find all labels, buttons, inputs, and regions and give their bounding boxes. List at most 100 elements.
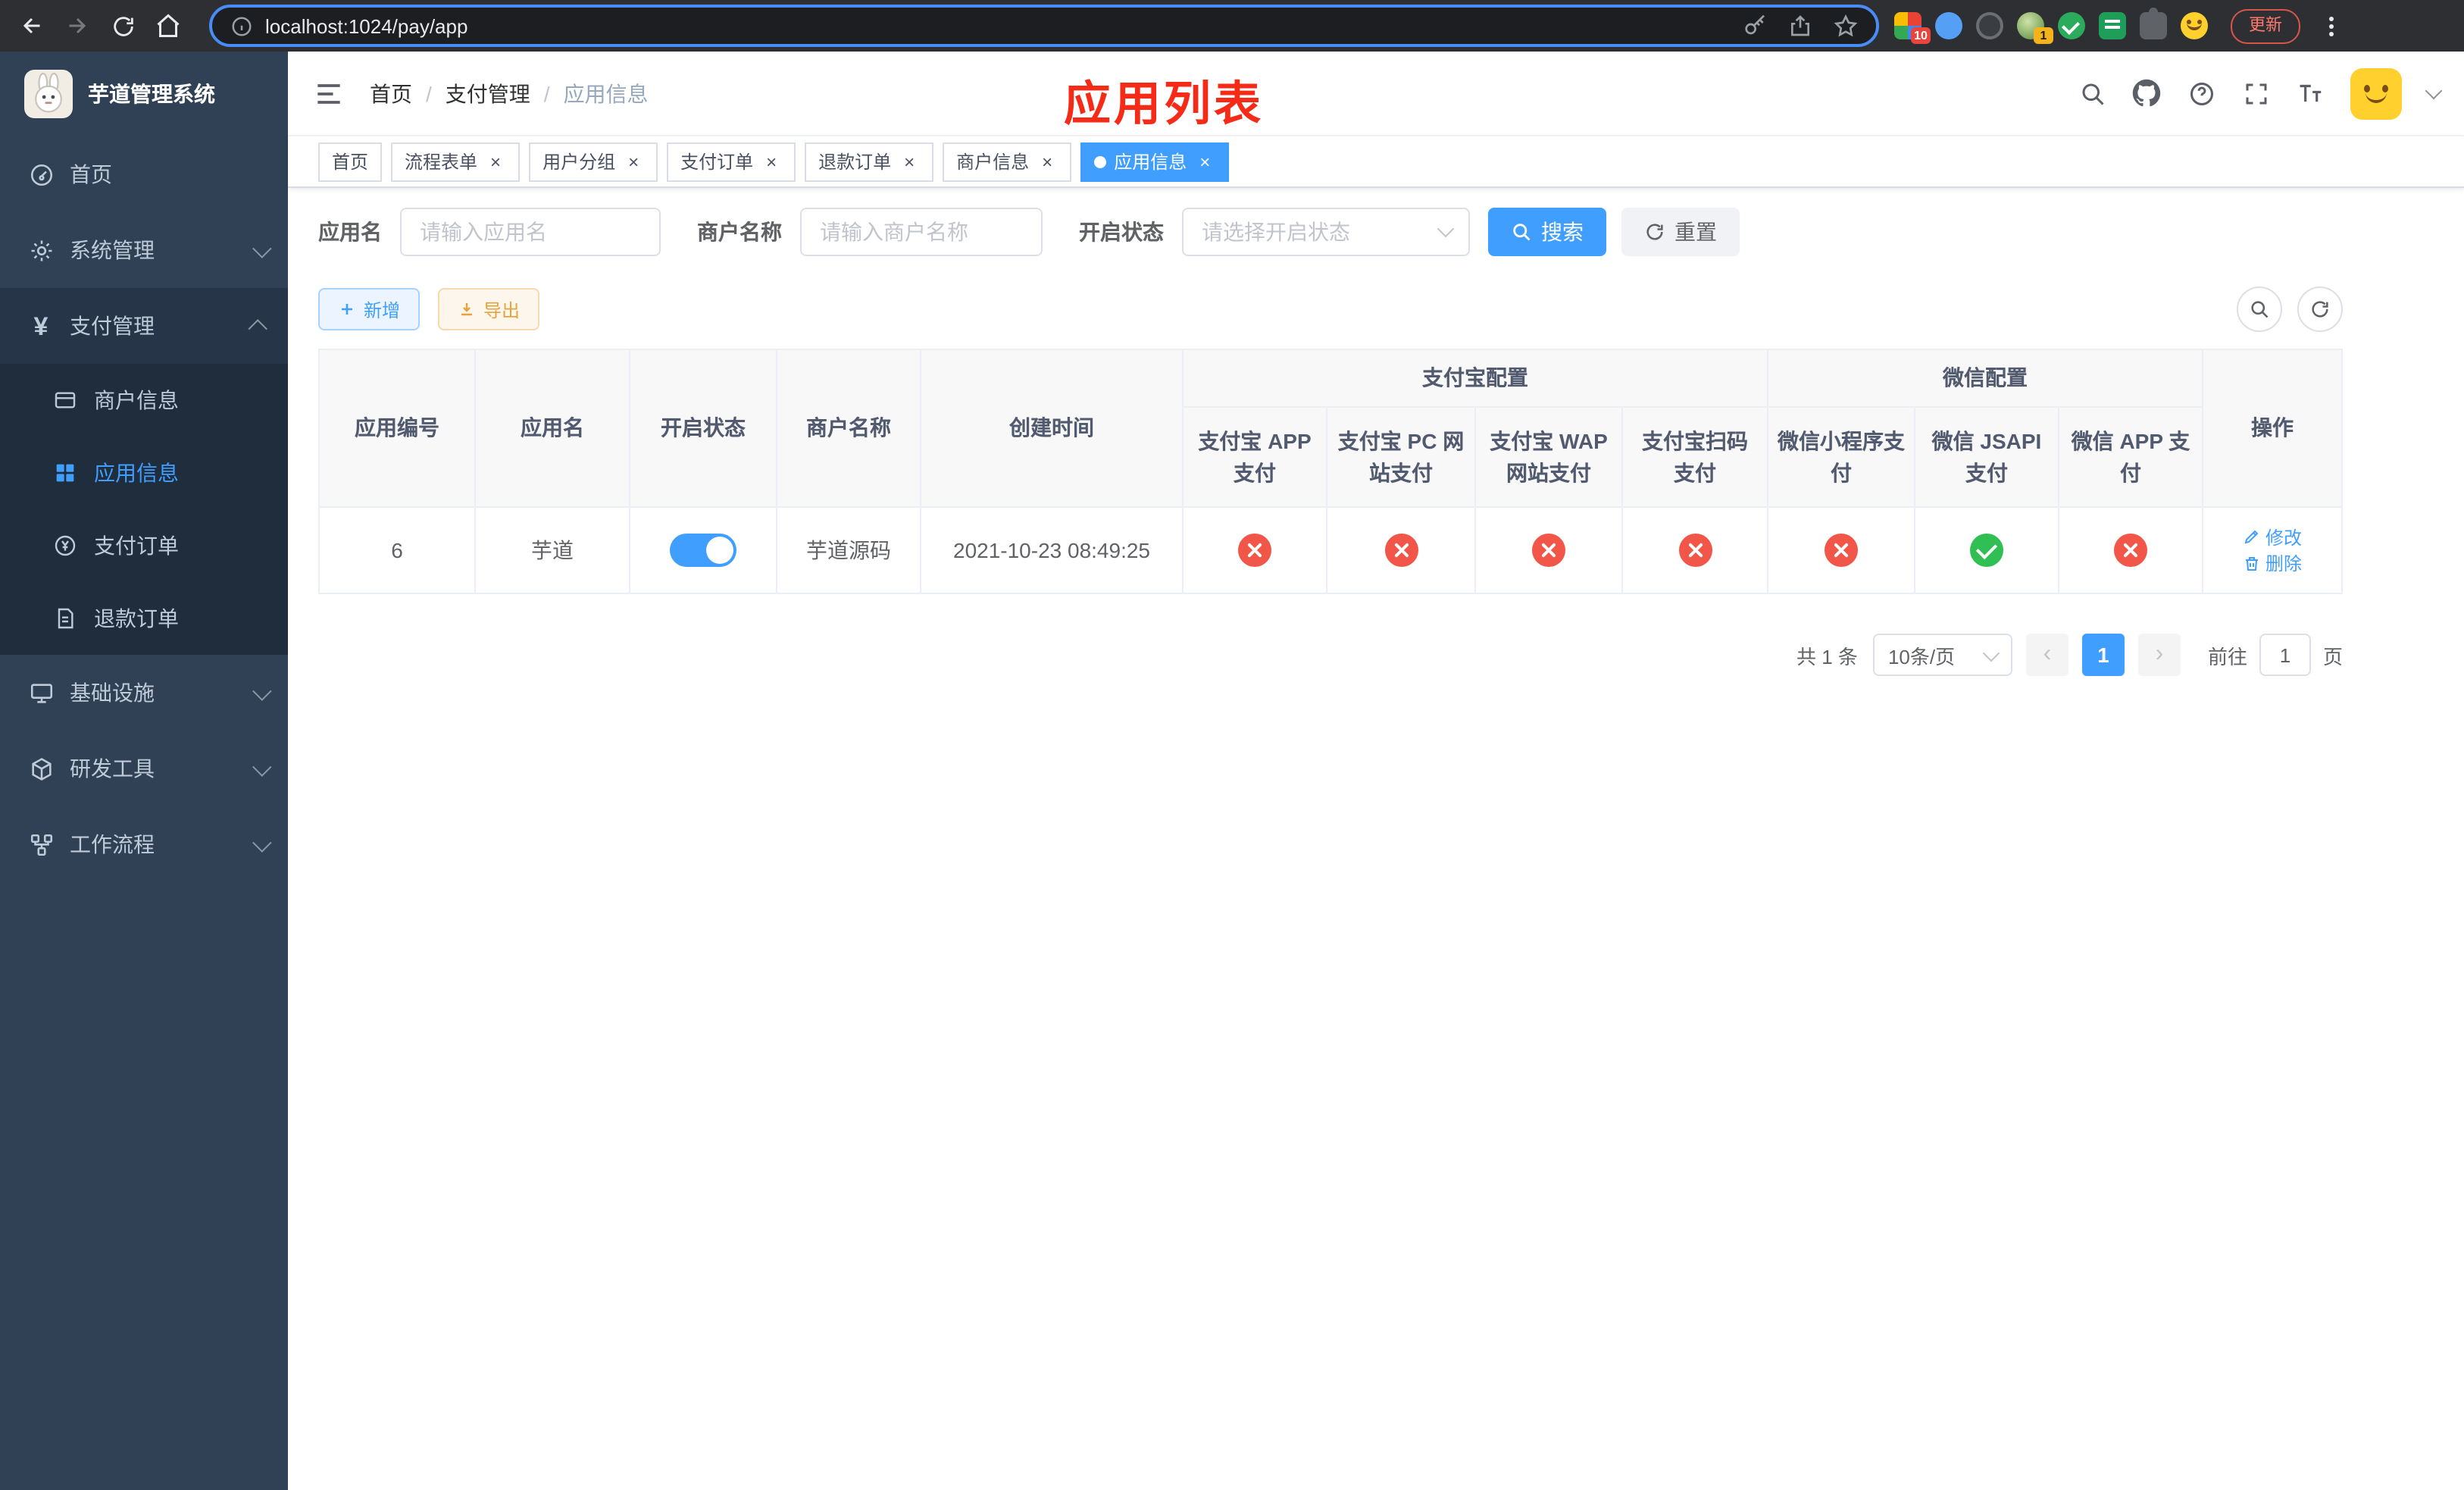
home-icon[interactable] — [145, 3, 191, 49]
tab-process-form[interactable]: 流程表单 — [391, 142, 521, 181]
tab-app-info[interactable]: 应用信息 — [1080, 142, 1230, 181]
close-icon[interactable] — [485, 151, 506, 172]
cell-alipay-qr — [1621, 506, 1768, 594]
close-icon[interactable] — [761, 151, 782, 172]
delete-link[interactable]: 删除 — [2243, 550, 2302, 576]
sidebar-item-payment[interactable]: ¥ 支付管理 — [0, 288, 288, 364]
refresh-button[interactable] — [2297, 286, 2343, 332]
column-group-wechat: 微信配置 — [1767, 349, 2203, 408]
url-text[interactable]: localhost:1024/pay/app — [265, 14, 1743, 37]
search-button[interactable]: 搜索 — [1488, 208, 1606, 256]
font-size-icon[interactable] — [2296, 79, 2325, 108]
breadcrumb-item[interactable]: 首页 — [370, 78, 412, 108]
extension-check-icon[interactable] — [2058, 12, 2085, 39]
breadcrumb-current: 应用信息 — [563, 81, 649, 105]
sidebar-item-dev-tools[interactable]: 研发工具 — [0, 731, 288, 806]
breadcrumb: 首页 支付管理 应用信息 — [370, 78, 649, 108]
toggle-search-button[interactable] — [2237, 286, 2282, 332]
share-icon[interactable] — [1788, 14, 1812, 38]
refund-order-icon — [52, 605, 79, 632]
column-header-alipay-pc: 支付宝 PC 网站支付 — [1326, 406, 1476, 508]
sidebar-item-refund-order[interactable]: 退款订单 — [0, 582, 288, 655]
add-button[interactable]: 新增 — [318, 288, 421, 330]
yen-icon: ¥ — [33, 311, 48, 340]
close-icon[interactable] — [1194, 151, 1215, 172]
extension-emoji-icon[interactable] — [2181, 12, 2208, 39]
config-status-icon — [1384, 534, 1418, 567]
infrastructure-icon — [27, 679, 55, 706]
breadcrumb-separator — [544, 81, 550, 105]
merchant-name-input[interactable] — [800, 208, 1043, 256]
column-header-wechat-lite: 微信小程序支付 — [1767, 406, 1915, 508]
sidebar-item-workflow[interactable]: 工作流程 — [0, 806, 288, 882]
tab-merchant-info[interactable]: 商户信息 — [943, 142, 1072, 181]
status-label: 开启状态 — [1079, 220, 1164, 244]
breadcrumb-item[interactable]: 支付管理 — [446, 78, 530, 108]
reset-button[interactable]: 重置 — [1621, 208, 1740, 256]
help-icon[interactable] — [2187, 79, 2215, 108]
pagination-total: 共 1 条 — [1796, 645, 1858, 668]
sidebar-collapse-icon[interactable] — [312, 77, 346, 110]
browser-menu-icon[interactable] — [2317, 9, 2344, 42]
chevron-down-icon — [252, 756, 272, 776]
prev-page-button[interactable] — [2025, 634, 2068, 676]
page-size-select[interactable]: 10条/页 — [1872, 634, 2012, 676]
browser-toolbar: localhost:1024/pay/app 10 1 更新 — [0, 0, 2464, 52]
url-bar[interactable]: localhost:1024/pay/app — [209, 5, 1879, 47]
tab-home[interactable]: 首页 — [318, 142, 383, 181]
extension-puzzle-icon[interactable] — [2140, 8, 2167, 39]
extension-dark-icon[interactable] — [1976, 12, 2003, 39]
cell-wechat-jsapi — [1914, 506, 2059, 594]
column-group-alipay: 支付宝配置 — [1182, 349, 1768, 408]
forward-icon[interactable] — [55, 3, 100, 49]
goto-page-input[interactable] — [2259, 634, 2311, 676]
tab-refund-order[interactable]: 退款订单 — [805, 142, 934, 181]
config-status-icon — [1532, 534, 1565, 567]
sidebar-item-pay-order[interactable]: 支付订单 — [0, 509, 288, 582]
browser-update-button[interactable]: 更新 — [2231, 8, 2300, 43]
tab-user-group[interactable]: 用户分组 — [529, 142, 658, 181]
password-key-icon[interactable] — [1743, 14, 1767, 38]
status-select[interactable] — [1182, 208, 1470, 256]
search-icon[interactable] — [2078, 79, 2106, 108]
status-switch[interactable] — [670, 534, 736, 567]
close-icon[interactable] — [899, 151, 920, 172]
column-header-status: 开启状态 — [629, 349, 777, 508]
sidebar-item-merchant-info[interactable]: 商户信息 — [0, 364, 288, 437]
close-icon[interactable] — [623, 151, 644, 172]
site-info-icon[interactable] — [230, 14, 253, 37]
page-number-button[interactable]: 1 — [2081, 634, 2125, 676]
github-icon[interactable] — [2132, 79, 2161, 108]
extensions-area: 10 1 更新 — [1894, 0, 2344, 52]
sidebar-item-label: 退款订单 — [94, 606, 179, 631]
column-header-app-name: 应用名 — [474, 349, 630, 508]
extension-colorwheel-icon[interactable]: 10 — [1894, 12, 1931, 44]
dev-tools-icon — [27, 755, 55, 782]
back-icon[interactable] — [9, 3, 55, 49]
user-avatar[interactable] — [2350, 67, 2402, 119]
next-page-button[interactable] — [2137, 634, 2181, 676]
export-button[interactable]: 导出 — [438, 288, 540, 330]
fullscreen-icon[interactable] — [2241, 79, 2270, 108]
sidebar-item-infrastructure[interactable]: 基础设施 — [0, 655, 288, 731]
extension-doc-icon[interactable] — [2099, 12, 2126, 39]
bookmark-star-icon[interactable] — [1834, 14, 1858, 38]
app-name-input[interactable] — [400, 208, 661, 256]
extension-blue-icon[interactable] — [1935, 12, 1962, 39]
extension-avatar-icon[interactable]: 1 — [2017, 12, 2053, 44]
omnibox-actions — [1743, 14, 1858, 38]
edit-link[interactable]: 修改 — [2243, 524, 2302, 549]
reload-icon[interactable] — [100, 3, 145, 49]
merchant-icon — [52, 387, 79, 414]
sidebar-item-system[interactable]: 系统管理 — [0, 212, 288, 288]
cell-wechat-lite — [1767, 506, 1915, 594]
page-title: 应用列表 — [1064, 77, 1264, 130]
tab-pay-order[interactable]: 支付订单 — [667, 142, 796, 181]
sidebar-item-home[interactable]: 首页 — [0, 136, 288, 212]
status-select-input[interactable] — [1182, 208, 1470, 256]
column-header-alipay-wap: 支付宝 WAP 网站支付 — [1474, 406, 1623, 508]
sidebar-item-app-info[interactable]: 应用信息 — [0, 437, 288, 509]
app-name-label: 应用名 — [318, 220, 382, 244]
avatar-dropdown-caret-icon[interactable] — [2425, 82, 2443, 100]
close-icon[interactable] — [1037, 151, 1058, 172]
